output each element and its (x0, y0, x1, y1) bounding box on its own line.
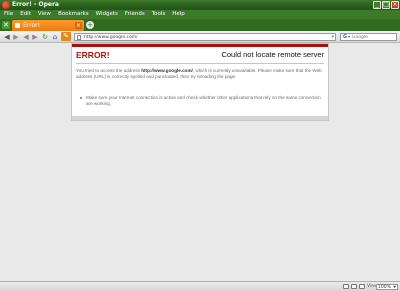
security-icon[interactable] (351, 284, 357, 289)
panel-toggle-icon[interactable] (343, 284, 349, 289)
back-icon[interactable]: ◀ (3, 33, 11, 41)
title-bar: Error! - Opera _ □ × (0, 0, 400, 10)
rewind-icon[interactable]: ◀ (22, 33, 30, 41)
window-title: Error! - Opera (12, 1, 59, 8)
chevron-down-icon: ▼ (393, 285, 396, 289)
close-tab-icon[interactable]: × (75, 22, 82, 29)
menu-edit[interactable]: Edit (20, 10, 31, 19)
menu-help[interactable]: Help (172, 10, 185, 19)
fast-forward-icon[interactable]: ▶ (31, 33, 39, 41)
dropdown-arrow-icon[interactable]: ▾ (331, 34, 334, 40)
address-bar[interactable]: ▾ (74, 33, 336, 41)
error-title: ERROR! (76, 50, 110, 60)
forward-icon[interactable]: ▶ (12, 33, 20, 41)
menu-widgets[interactable]: Widgets (96, 10, 118, 19)
google-icon[interactable]: G (343, 34, 347, 40)
tab-error[interactable]: Error! × (12, 20, 84, 31)
chevron-down-icon[interactable]: ▾ (348, 34, 350, 40)
home-icon[interactable]: ⌂ (51, 33, 59, 41)
menu-file[interactable]: File (4, 10, 13, 19)
edit-site-prefs-icon[interactable]: ✎ (61, 32, 71, 41)
address-input[interactable] (84, 34, 324, 40)
new-tab-button[interactable]: + (86, 21, 94, 29)
error-heading: Could not locate remote server (221, 50, 324, 59)
menu-view[interactable]: View (38, 10, 51, 19)
trash-can-icon[interactable]: ✕ (2, 21, 10, 29)
opera-logo-icon (2, 1, 10, 9)
images-icon[interactable] (359, 284, 365, 289)
tab-bar: ✕ Error! × + (0, 19, 400, 31)
failed-address: http://www.google.com/ (141, 68, 193, 73)
error-tip: Make sure your Internet connection is ac… (86, 95, 321, 107)
status-bar: View 100% ▼ (0, 281, 400, 291)
close-window-button[interactable]: × (391, 1, 399, 9)
navigation-toolbar: ◀ ▶ ◀ ▶ ↻ ⌂ ✎ ▾ G ▾ (0, 31, 400, 43)
opera-window: Error! - Opera _ □ × File Edit View Book… (0, 0, 400, 291)
divider (76, 63, 324, 64)
error-panel: ERROR! Could not locate remote server Yo… (71, 43, 329, 121)
reload-icon[interactable]: ↻ (41, 33, 49, 41)
menu-bar: File Edit View Bookmarks Widgets Friends… (0, 10, 400, 19)
menu-bookmarks[interactable]: Bookmarks (58, 10, 89, 19)
error-message: You tried to access the address http://w… (76, 68, 322, 80)
page-content: ERROR! Could not locate remote server Yo… (0, 43, 400, 281)
menu-friends[interactable]: Friends (125, 10, 145, 19)
maximize-button[interactable]: □ (382, 1, 390, 9)
zoom-select[interactable]: 100% ▼ (376, 284, 398, 290)
page-icon (15, 23, 20, 28)
page-icon (77, 35, 81, 40)
tab-label: Error! (23, 22, 41, 29)
panel-footer (72, 116, 328, 120)
error-top-bar (72, 44, 328, 47)
minimize-button[interactable]: _ (373, 1, 381, 9)
bullet-icon (80, 97, 82, 99)
search-input[interactable] (352, 34, 394, 40)
menu-tools[interactable]: Tools (152, 10, 166, 19)
search-box[interactable]: G ▾ (340, 33, 397, 41)
